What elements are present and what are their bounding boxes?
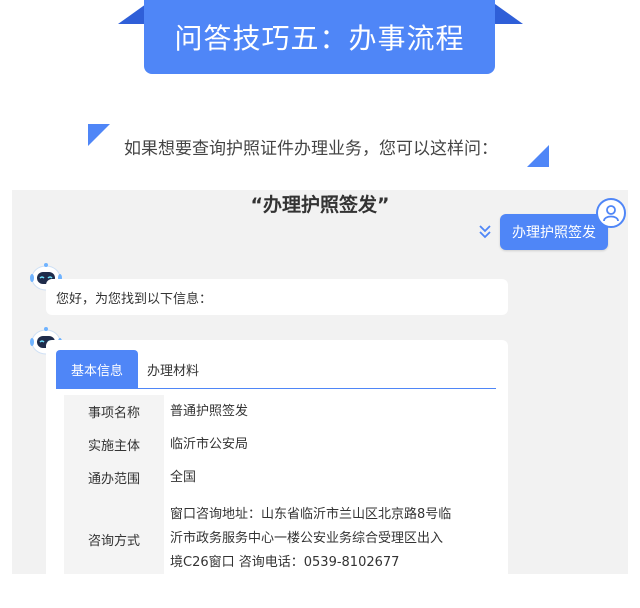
row-value: 窗口咨询地址：山东省临沂市兰山区北京路8号临 沂市政务服务中心一楼公安业务综合受…	[164, 494, 496, 574]
intro-text: 如果想要查询护照证件办理业务，您可以这样问：	[124, 139, 498, 159]
chevron-double-down-icon[interactable]	[478, 224, 492, 240]
chat-panel: “办理护照签发” 办理护照签发 您好，为您找到以下信息： 基本信息 办理材料 事…	[12, 190, 628, 574]
query-title: “办理护照签发”	[250, 194, 390, 216]
contact-line: 境C26窗口 咨询电话：0539-8102677	[170, 555, 400, 570]
tab-materials[interactable]: 办理材料	[138, 350, 208, 388]
contact-line: 窗口咨询地址：山东省临沂市兰山区北京路8号临	[170, 507, 452, 522]
row-label: 咨询方式	[64, 494, 164, 574]
info-tabs: 基本信息 办理材料	[56, 350, 496, 389]
bot-greeting-bubble: 您好，为您找到以下信息：	[46, 279, 508, 315]
row-label: 实施主体	[64, 428, 164, 461]
table-row: 实施主体 临沂市公安局	[64, 428, 496, 461]
banner-fold-left	[118, 4, 146, 24]
row-value: 全国	[170, 469, 197, 485]
row-label: 事项名称	[64, 395, 164, 428]
info-card: 基本信息 办理材料 事项名称 普通护照签发 实施主体 临沂市公安局 通办范围 全…	[46, 340, 508, 574]
table-row: 咨询方式 窗口咨询地址：山东省临沂市兰山区北京路8号临 沂市政务服务中心一楼公安…	[64, 494, 496, 574]
table-row: 事项名称 普通护照签发	[64, 395, 496, 428]
row-value: 临沂市公安局	[170, 436, 249, 452]
info-table: 事项名称 普通护照签发 实施主体 临沂市公安局 通办范围 全国 咨询方式 窗口咨…	[64, 395, 496, 574]
intro-corner-right	[527, 145, 549, 167]
header-banner: 问答技巧五：办事流程	[118, 0, 523, 76]
row-value: 普通护照签发	[170, 403, 249, 419]
intro-corner-left	[88, 124, 110, 146]
table-row: 通办范围 全国	[64, 461, 496, 494]
banner-fold-right	[495, 4, 523, 24]
tab-basic-info[interactable]: 基本信息	[56, 350, 138, 388]
banner-title: 问答技巧五：办事流程	[144, 0, 495, 74]
user-avatar-icon	[596, 198, 626, 228]
row-label: 通办范围	[64, 461, 164, 494]
user-message-bubble: 办理护照签发	[500, 214, 608, 250]
contact-line: 沂市政务服务中心一楼公安业务综合受理区出入	[170, 531, 444, 546]
